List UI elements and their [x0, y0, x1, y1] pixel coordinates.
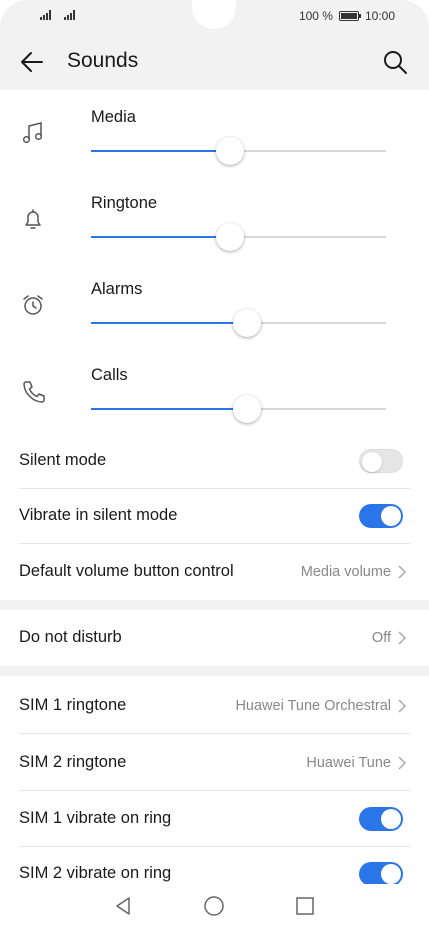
volume-label: Media: [91, 108, 136, 126]
volume-slider-track[interactable]: [91, 395, 386, 423]
vibrate-silent-toggle[interactable]: [359, 504, 403, 528]
volume-slider-thumb[interactable]: [215, 223, 244, 251]
volume-row-calls: Calls: [0, 348, 429, 434]
divider: [19, 733, 410, 734]
page-title: Sounds: [67, 49, 139, 72]
dnd-row[interactable]: Do not disturb Off: [0, 610, 429, 666]
sim1-vibrate-toggle[interactable]: [359, 807, 403, 831]
silent-mode-label: Silent mode: [19, 451, 107, 469]
battery-percent: 100 %: [298, 9, 333, 23]
arrow-left-icon[interactable]: [18, 48, 46, 76]
default-volume-label: Default volume button control: [19, 562, 234, 580]
sim1-ringtone-label: SIM 1 ringtone: [19, 696, 127, 714]
silent-mode-row[interactable]: Silent mode: [0, 433, 429, 489]
sim1-ringtone-value: Huawei Tune Orchestral: [235, 698, 391, 714]
dnd-label: Do not disturb: [19, 628, 122, 646]
volume-slider-thumb[interactable]: [233, 395, 262, 423]
vibrate-silent-label: Vibrate in silent mode: [19, 506, 178, 524]
volume-label: Ringtone: [91, 194, 158, 212]
volume-slider-fill: [91, 150, 230, 152]
toggle-knob: [362, 452, 382, 472]
default-volume-value: Media volume: [300, 564, 391, 580]
dnd-value: Off: [371, 630, 391, 646]
phone-icon: [23, 381, 45, 403]
volume-row-ringtone: Ringtone: [0, 176, 429, 262]
volume-slider-thumb[interactable]: [215, 137, 244, 165]
volume-slider-track[interactable]: [91, 309, 386, 337]
search-icon[interactable]: [381, 48, 409, 76]
bell-icon: [25, 209, 41, 229]
volume-settings-card: Media Ringtone Alarms Calls Silent mode …: [0, 90, 429, 600]
volume-slider-track[interactable]: [91, 223, 386, 251]
volume-row-media: Media: [0, 90, 429, 176]
music-note-icon: [22, 122, 43, 144]
sim2-ringtone-row[interactable]: SIM 2 ringtone Huawei Tune: [0, 735, 429, 791]
nav-back-icon[interactable]: [111, 894, 135, 918]
dnd-card: Do not disturb Off: [0, 610, 429, 666]
alarm-clock-icon: [23, 295, 43, 315]
silent-mode-toggle[interactable]: [359, 449, 403, 473]
toggle-knob: [381, 864, 401, 884]
sim2-ringtone-label: SIM 2 ringtone: [19, 753, 127, 771]
toggle-knob: [381, 809, 401, 829]
default-volume-row[interactable]: Default volume button control Media volu…: [0, 544, 429, 600]
battery-icon: [338, 11, 361, 21]
chevron-right-icon: [398, 565, 407, 579]
status-bar: 100 % 10:00: [0, 0, 429, 34]
nav-recents-icon[interactable]: [293, 894, 317, 918]
phone-screen: 100 % 10:00 Sounds Media Ringtone Alarms…: [0, 0, 429, 930]
camera-notch: [192, 0, 236, 29]
volume-slider-fill: [91, 236, 230, 238]
system-nav-bar: [0, 884, 429, 930]
sim1-vibrate-label: SIM 1 vibrate on ring: [19, 809, 172, 827]
chevron-right-icon: [398, 699, 407, 713]
sim2-vibrate-toggle[interactable]: [359, 862, 403, 886]
status-right: 100 % 10:00: [299, 9, 395, 23]
volume-label: Calls: [91, 366, 128, 384]
signal-icon: [64, 10, 80, 20]
nav-home-icon[interactable]: [202, 894, 226, 918]
volume-slider-fill: [91, 322, 248, 324]
app-header: Sounds: [0, 34, 429, 90]
sim1-vibrate-row[interactable]: SIM 1 vibrate on ring: [0, 791, 429, 847]
sim1-ringtone-row[interactable]: SIM 1 ringtone Huawei Tune Orchestral: [0, 678, 429, 734]
volume-slider-track[interactable]: [91, 137, 386, 165]
chevron-right-icon: [398, 631, 407, 645]
chevron-right-icon: [398, 756, 407, 770]
clock: 10:00: [364, 9, 395, 23]
volume-row-alarms: Alarms: [0, 262, 429, 348]
volume-slider-thumb[interactable]: [233, 309, 262, 337]
volume-slider-fill: [91, 408, 248, 410]
signal-icon: [40, 10, 56, 20]
sim2-vibrate-label: SIM 2 vibrate on ring: [19, 864, 172, 882]
toggle-knob: [381, 506, 401, 526]
volume-label: Alarms: [91, 280, 143, 298]
sim2-ringtone-value: Huawei Tune: [306, 755, 391, 771]
vibrate-silent-row[interactable]: Vibrate in silent mode: [0, 488, 429, 544]
